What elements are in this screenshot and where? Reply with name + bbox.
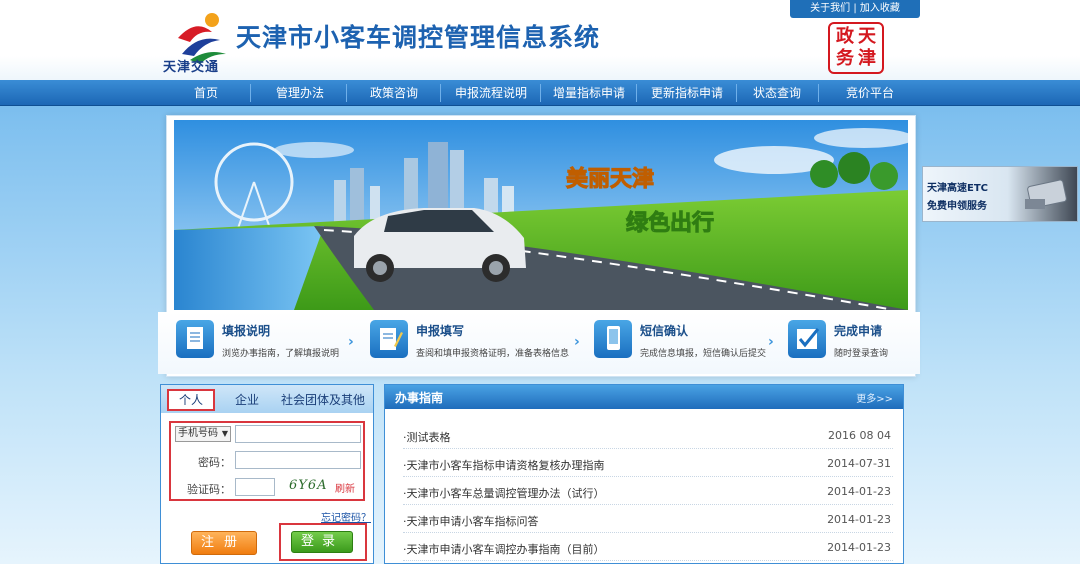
site-title: 天津市小客车调控管理信息系统	[236, 23, 601, 52]
nav-divider	[440, 84, 441, 102]
nav-item-renewal[interactable]: 更新指标申请	[640, 80, 734, 106]
guide-row[interactable]: ·天津市申请小客车调控办事指南（目前） 2014-01-23	[403, 533, 893, 561]
guide-row-date: 2014-01-23	[827, 513, 891, 526]
guide-more-link[interactable]: 更多>>	[856, 390, 893, 405]
guide-row-date: 2014-01-23	[827, 485, 891, 498]
nav-divider	[540, 84, 541, 102]
bookmark-link[interactable]: 加入收藏	[860, 3, 900, 14]
step-desc: 浏览办事指南，了解填报说明	[222, 349, 340, 359]
process-steps: 填报说明 浏览办事指南，了解填报说明 › 申报填写 查阅和填申报资格证明，准备表…	[158, 312, 920, 374]
guide-row-title: ·测试表格	[403, 431, 451, 444]
nav-item-status[interactable]: 状态查询	[740, 80, 814, 106]
nav-item-bidding[interactable]: 竞价平台	[822, 80, 918, 106]
phone-icon	[594, 320, 632, 358]
nav-divider	[346, 84, 347, 102]
step-desc: 完成信息填报，短信确认后提交	[640, 349, 767, 359]
tab-personal[interactable]: 个人	[167, 389, 215, 411]
divider: |	[853, 3, 857, 14]
guide-row-title: ·天津市申请小客车调控办事指南（目前）	[403, 543, 605, 556]
step-title: 填报说明	[222, 324, 271, 338]
form-icon	[370, 320, 408, 358]
logo-text: 天津交通	[163, 60, 220, 75]
login-form: 手机号码 ▼ 密码： 验证码： 6Y6A 刷新	[169, 421, 365, 501]
guide-title: 办事指南	[395, 391, 444, 405]
seal-char: 政	[836, 26, 854, 47]
tab-organization[interactable]: 社会团体及其他	[279, 391, 367, 409]
step-title: 完成申请	[834, 324, 883, 338]
step-title: 申报填写	[416, 324, 465, 338]
guide-row[interactable]: ·测试表格 2016 08 04	[403, 421, 893, 449]
seal-char: 津	[858, 48, 876, 69]
refresh-captcha-link[interactable]: 刷新	[335, 480, 355, 495]
guide-row[interactable]: ·天津市小客车总量调控管理办法（试行） 2014-01-23	[403, 477, 893, 505]
nav-item-home[interactable]: 首页	[166, 80, 246, 106]
etc-ad-banner[interactable]: 天津高速ETC 免费申领服务	[922, 166, 1078, 222]
guide-row-date: 2014-07-31	[827, 457, 891, 470]
nav-divider	[736, 84, 737, 102]
nav-divider	[818, 84, 819, 102]
nav-item-rules[interactable]: 管理办法	[256, 80, 344, 106]
step-desc: 随时登录查询	[834, 349, 889, 359]
chevron-right-icon: ›	[768, 334, 774, 350]
site-header: 天津交通 天津市小客车调控管理信息系统 关于我们 | 加入收藏 天 津 政 务	[0, 0, 1080, 80]
etc-card-icon	[1025, 179, 1067, 209]
chevron-right-icon: ›	[348, 334, 354, 350]
login-type-value: 手机号码	[178, 428, 218, 439]
captcha-label: 验证码：	[187, 483, 231, 496]
phone-input[interactable]	[235, 425, 361, 443]
chevron-right-icon: ›	[574, 334, 580, 350]
guide-row-title: ·天津市小客车指标申请资格复核办理指南	[403, 459, 605, 472]
etc-ad-line2: 免费申领服务	[927, 201, 987, 212]
main-nav: 首页 管理办法 政策咨询 申报流程说明 增量指标申请 更新指标申请 状态查询 竞…	[0, 80, 1080, 106]
tab-enterprise[interactable]: 企业	[223, 391, 271, 409]
step-desc: 查阅和填申报资格证明，准备表格信息	[416, 349, 570, 359]
password-label: 密码：	[198, 456, 231, 469]
nav-divider	[636, 84, 637, 102]
password-input[interactable]	[235, 451, 361, 469]
guide-panel: 办事指南 更多>> ·测试表格 2016 08 04 ·天津市小客车指标申请资格…	[384, 384, 904, 564]
guide-row-date: 2016 08 04	[828, 429, 891, 442]
etc-ad-line1: 天津高速ETC	[927, 183, 988, 194]
chevron-down-icon: ▼	[221, 429, 228, 438]
nav-item-process[interactable]: 申报流程说明	[444, 80, 538, 106]
banner-slogan-1: 美丽天津	[566, 166, 654, 192]
banner-image[interactable]: 美丽天津 绿色出行	[174, 120, 908, 310]
banner-slogan-2: 绿色出行	[626, 210, 714, 236]
guide-row-date: 2014-01-23	[827, 541, 891, 554]
login-type-select[interactable]: 手机号码 ▼	[175, 426, 231, 442]
guide-row-title: ·天津市小客车总量调控管理办法（试行）	[403, 487, 605, 500]
nav-item-policy[interactable]: 政策咨询	[350, 80, 438, 106]
nav-item-increment[interactable]: 增量指标申请	[544, 80, 634, 106]
about-link[interactable]: 关于我们	[810, 3, 850, 14]
forgot-password-link[interactable]: 忘记密码？	[321, 509, 371, 524]
document-icon	[176, 320, 214, 358]
login-button[interactable]: 登录	[291, 531, 353, 553]
top-links: 关于我们 | 加入收藏	[790, 0, 920, 18]
guide-row[interactable]: ·天津市申请小客车指标问答 2014-01-23	[403, 505, 893, 533]
captcha-text: 6Y6A	[289, 478, 328, 493]
step-title: 短信确认	[640, 324, 689, 338]
gov-seal-icon: 天 津 政 务	[828, 22, 884, 74]
guide-header: 办事指南 更多>>	[385, 385, 903, 409]
login-panel: 个人 企业 社会团体及其他 手机号码 ▼ 密码： 验证码： 6Y6A 刷新 忘记…	[160, 384, 374, 564]
captcha-input[interactable]	[235, 478, 275, 496]
register-button[interactable]: 注册	[191, 531, 257, 555]
captcha-image[interactable]: 6Y6A	[289, 478, 339, 496]
guide-row-title: ·天津市申请小客车指标问答	[403, 515, 539, 528]
guide-row[interactable]: ·天津市小客车指标申请资格复核办理指南 2014-07-31	[403, 449, 893, 477]
nav-divider	[250, 84, 251, 102]
login-button-highlight: 登录	[279, 523, 367, 561]
seal-char: 天	[858, 26, 876, 47]
seal-char: 务	[836, 48, 854, 69]
login-tabs: 个人 企业 社会团体及其他	[161, 385, 373, 413]
checkmark-icon	[788, 320, 826, 358]
